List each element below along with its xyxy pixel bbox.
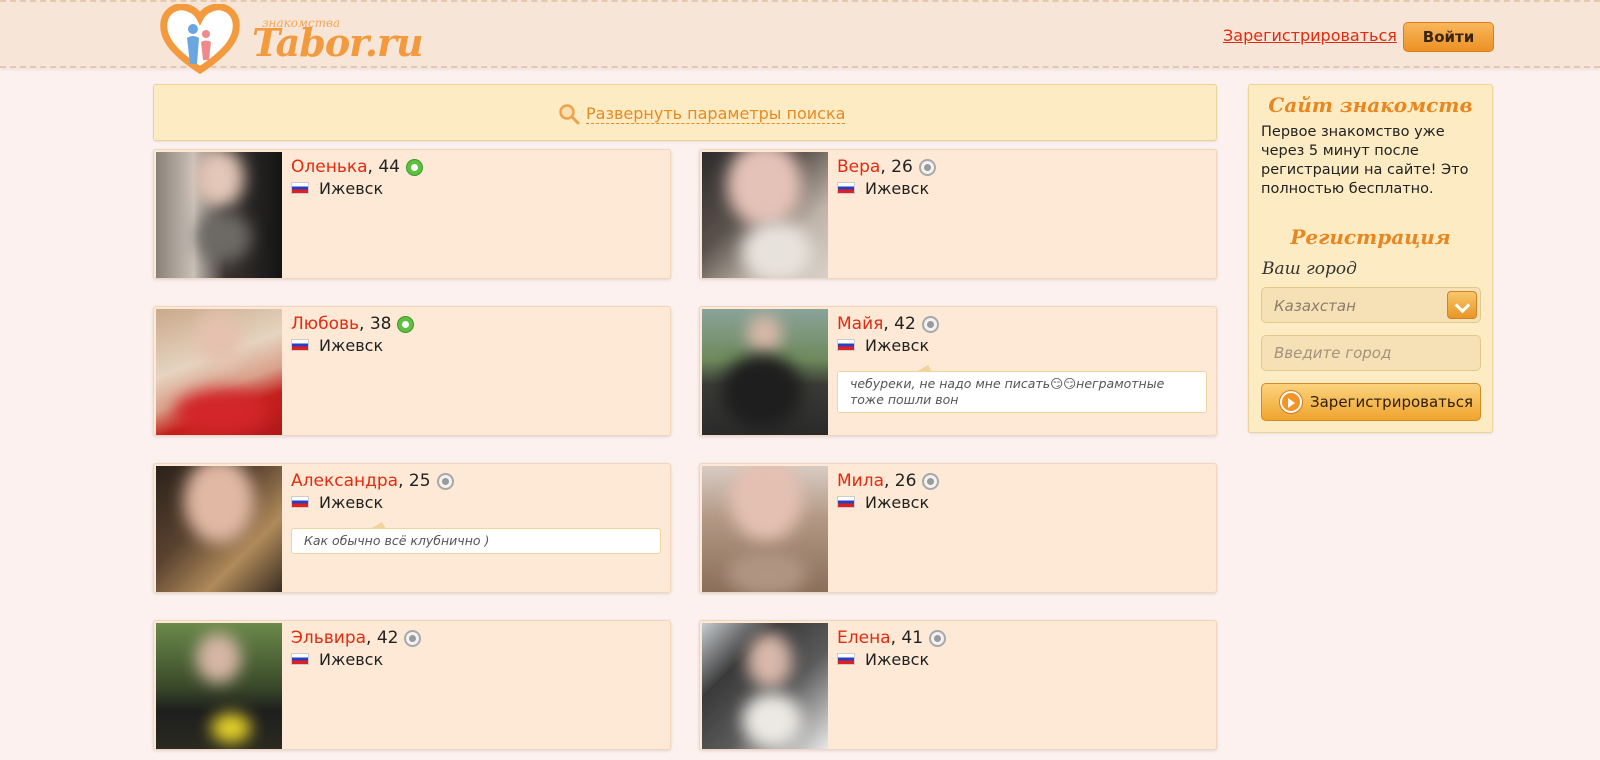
profile-name[interactable]: Вера bbox=[837, 157, 880, 177]
search-panel: Развернуть параметры поиска bbox=[153, 84, 1217, 141]
profile-name[interactable]: Любовь bbox=[291, 314, 359, 334]
russia-flag-icon bbox=[837, 182, 855, 194]
profile-card[interactable]: Мила , 26 Ижевск bbox=[699, 463, 1217, 593]
city-input[interactable] bbox=[1261, 335, 1481, 371]
russia-flag-icon bbox=[837, 339, 855, 351]
heart-logo-icon bbox=[160, 4, 240, 74]
chevron-down-icon[interactable] bbox=[1447, 291, 1477, 319]
profile-city: Ижевск bbox=[319, 492, 384, 512]
russia-flag-icon bbox=[837, 496, 855, 508]
profile-age: , 44 bbox=[367, 157, 400, 177]
profile-photo[interactable] bbox=[156, 152, 282, 278]
russia-flag-icon bbox=[291, 496, 309, 508]
russia-flag-icon bbox=[291, 653, 309, 665]
profile-card[interactable]: Любовь , 38 Ижевск bbox=[153, 306, 671, 436]
profile-photo[interactable] bbox=[156, 466, 282, 592]
profile-photo[interactable] bbox=[702, 466, 828, 592]
profile-name[interactable]: Оленька bbox=[291, 157, 368, 177]
offline-status-icon bbox=[929, 629, 947, 647]
arrow-right-icon bbox=[1280, 391, 1302, 413]
profile-card[interactable]: Александра , 25 Ижевск Как обычно всё кл… bbox=[153, 463, 671, 593]
profile-card[interactable]: Эльвира , 42 Ижевск bbox=[153, 620, 671, 750]
search-icon bbox=[559, 104, 580, 125]
profile-status-message: Как обычно всё клубнично ) bbox=[291, 528, 661, 554]
russia-flag-icon bbox=[837, 653, 855, 665]
country-select-value: Казахстан bbox=[1274, 297, 1356, 315]
profile-status-message: чебуреки, не надо мне писать😏😏неграмотны… bbox=[837, 371, 1207, 413]
profile-age: , 26 bbox=[884, 471, 917, 491]
city-label: Ваш город bbox=[1262, 259, 1357, 279]
profile-age: , 38 bbox=[359, 314, 392, 334]
profile-city: Ижевск bbox=[865, 492, 930, 512]
profile-city: Ижевск bbox=[319, 649, 384, 669]
offline-status-icon bbox=[918, 158, 936, 176]
profile-name[interactable]: Александра bbox=[291, 471, 398, 491]
profile-age: , 42 bbox=[366, 628, 399, 648]
registration-sidebar: Сайт знакомств Первое знакомство уже чер… bbox=[1248, 84, 1493, 433]
online-status-icon bbox=[397, 315, 415, 333]
profile-city: Ижевск bbox=[319, 178, 384, 198]
offline-status-icon bbox=[922, 472, 940, 490]
offline-status-icon bbox=[436, 472, 454, 490]
profile-card[interactable]: Майя , 42 Ижевск чебуреки, не надо мне п… bbox=[699, 306, 1217, 436]
register-button-label: Зарегистрироваться bbox=[1310, 393, 1474, 411]
profile-name[interactable]: Эльвира bbox=[291, 628, 366, 648]
online-status-icon bbox=[405, 158, 423, 176]
offline-status-icon bbox=[921, 315, 939, 333]
profile-photo[interactable] bbox=[702, 152, 828, 278]
register-button[interactable]: Зарегистрироваться bbox=[1261, 383, 1481, 421]
profile-photo[interactable] bbox=[702, 623, 828, 749]
profile-photo[interactable] bbox=[156, 623, 282, 749]
site-logo[interactable]: знакомства Tabor.ru bbox=[160, 4, 424, 74]
profile-card[interactable]: Вера , 26 Ижевск bbox=[699, 149, 1217, 279]
expand-search-label: Развернуть параметры поиска bbox=[586, 103, 846, 124]
country-select[interactable]: Казахстан bbox=[1261, 287, 1481, 323]
profile-age: , 26 bbox=[880, 157, 913, 177]
profile-city: Ижевск bbox=[865, 649, 930, 669]
login-button[interactable]: Войти bbox=[1403, 22, 1494, 52]
profile-photo[interactable] bbox=[702, 309, 828, 435]
profile-age: , 25 bbox=[398, 471, 431, 491]
profile-name[interactable]: Майя bbox=[837, 314, 883, 334]
offline-status-icon bbox=[404, 629, 422, 647]
sidebar-title: Сайт знакомств bbox=[1268, 93, 1473, 117]
profile-age: , 41 bbox=[890, 628, 924, 648]
profile-name[interactable]: Елена bbox=[837, 628, 891, 648]
logo-text: Tabor.ru bbox=[252, 20, 424, 65]
profile-photo[interactable] bbox=[156, 309, 282, 435]
profile-city: Ижевск bbox=[865, 178, 930, 198]
registration-title: Регистрация bbox=[1290, 225, 1451, 249]
profile-city: Ижевск bbox=[865, 335, 930, 355]
russia-flag-icon bbox=[291, 182, 309, 194]
profile-age: , 42 bbox=[883, 314, 916, 334]
profile-card[interactable]: Елена , 41 Ижевск bbox=[699, 620, 1217, 750]
profile-name[interactable]: Мила bbox=[837, 471, 884, 491]
register-link[interactable]: Зарегистрироваться bbox=[1223, 26, 1397, 45]
profile-card[interactable]: Оленька , 44 Ижевск bbox=[153, 149, 671, 279]
site-header: знакомства Tabor.ru Зарегистрироваться В… bbox=[0, 0, 1600, 74]
expand-search-link[interactable]: Развернуть параметры поиска bbox=[558, 103, 846, 125]
sidebar-description: Первое знакомство уже через 5 минут посл… bbox=[1261, 124, 1469, 197]
russia-flag-icon bbox=[291, 339, 309, 351]
profile-city: Ижевск bbox=[319, 335, 384, 355]
